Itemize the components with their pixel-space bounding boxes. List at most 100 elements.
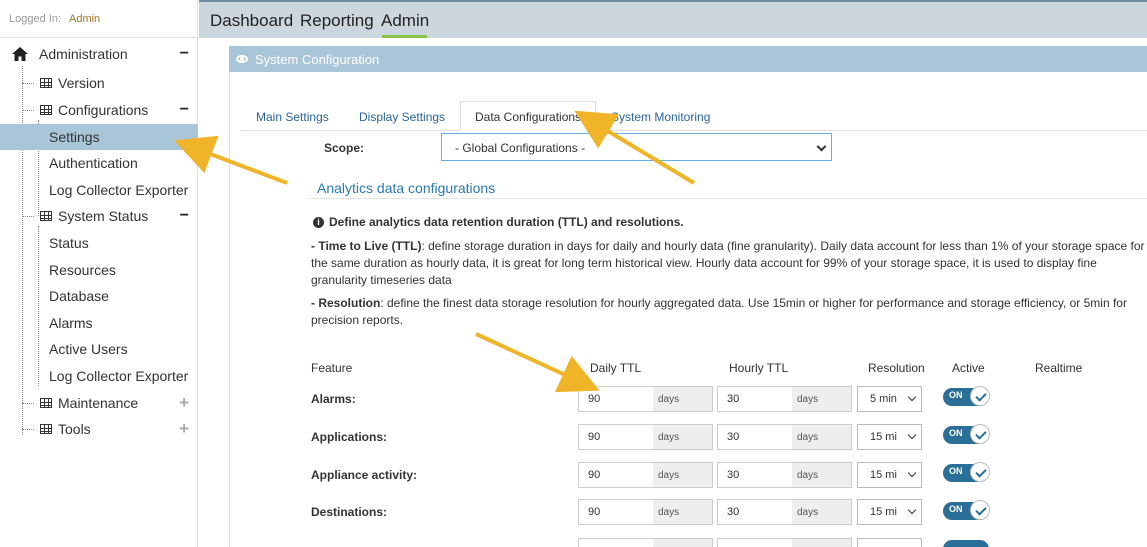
sidebar-item-active-users[interactable]: Active Users: [0, 336, 198, 362]
resolution-value: 15 mi: [870, 431, 897, 443]
sidebar-item-label: Database: [49, 288, 109, 304]
ttl-text: : define storage duration in days for da…: [311, 239, 1145, 287]
active-toggle[interactable]: ON: [943, 386, 990, 406]
resolution-select-partial[interactable]: [857, 538, 922, 547]
sidebar-item-log-collector-exporter[interactable]: Log Collector Exporter: [0, 177, 198, 203]
sidebar-item-settings[interactable]: Settings: [0, 124, 198, 150]
check-icon: [970, 462, 990, 482]
section-divider: [309, 198, 1147, 199]
home-icon: [12, 47, 28, 61]
days-addon-partial: [653, 538, 713, 547]
resolution-select[interactable]: 15 mi: [857, 499, 922, 525]
sidebar-item-label: Alarms: [49, 315, 93, 331]
sidebar-item-system-status[interactable]: System Status −: [0, 203, 198, 229]
grid-icon: [40, 105, 52, 115]
collapse-icon[interactable]: −: [180, 101, 189, 119]
active-toggle[interactable]: ON: [943, 462, 990, 482]
sidebar-item-label: Active Users: [49, 341, 128, 357]
nav-dashboard[interactable]: Dashboard: [210, 11, 293, 31]
chevron-down-icon: [907, 392, 917, 402]
daily-ttl-input[interactable]: 90: [578, 424, 654, 450]
row-feature-alarms: Alarms:: [311, 392, 356, 406]
sidebar-item-version[interactable]: Version: [0, 70, 198, 96]
eye-icon: [236, 55, 248, 63]
ttl-description: - Time to Live (TTL): define storage dur…: [311, 238, 1147, 289]
resolution-text: : define the finest data storage resolut…: [311, 296, 1127, 327]
sidebar-item-label: Status: [49, 235, 89, 251]
expand-icon[interactable]: +: [179, 393, 189, 413]
sidebar-item-database[interactable]: Database: [0, 283, 198, 309]
sidebar-item-alarms[interactable]: Alarms: [0, 310, 198, 336]
logged-in-user[interactable]: Admin: [69, 13, 100, 25]
grid-icon: [40, 398, 52, 408]
row-feature-applications: Applications:: [311, 430, 388, 444]
sidebar-item-log-collector-exporter-status[interactable]: Log Collector Exporter: [0, 363, 198, 389]
sidebar-item-administration[interactable]: Administration −: [0, 41, 198, 67]
sidebar-item-configurations[interactable]: Configurations −: [0, 97, 198, 123]
sidebar: Logged In: Admin Administration − Version…: [0, 0, 198, 547]
expand-icon[interactable]: +: [179, 419, 189, 439]
check-icon: [970, 386, 990, 406]
days-addon: days: [653, 462, 713, 488]
sidebar-item-label: Version: [58, 75, 105, 91]
grid-icon: [40, 78, 52, 88]
hourly-ttl-input[interactable]: 30: [717, 386, 793, 412]
tabs-divider: [241, 130, 1147, 131]
tab-display-settings[interactable]: Display Settings: [359, 110, 445, 124]
info-heading: i Define analytics data retention durati…: [313, 215, 684, 229]
grid-icon: [40, 424, 52, 434]
scope-label: Scope:: [324, 141, 365, 155]
sidebar-item-label: Log Collector Exporter: [49, 182, 189, 198]
collapse-icon[interactable]: −: [180, 207, 189, 225]
days-addon: days: [653, 424, 713, 450]
resolution-select[interactable]: 15 mi: [857, 424, 922, 450]
hourly-ttl-input[interactable]: 30: [717, 499, 793, 525]
nav-admin[interactable]: Admin: [381, 11, 429, 31]
nav-reporting[interactable]: Reporting: [300, 11, 374, 31]
resolution-value: 15 mi: [870, 469, 897, 481]
logged-in-label: Logged In:: [9, 13, 61, 25]
active-toggle[interactable]: ON: [943, 424, 990, 444]
check-icon: [970, 424, 990, 444]
nav-active-indicator: [382, 35, 427, 38]
hourly-ttl-input-partial[interactable]: [717, 538, 793, 547]
days-addon: days: [792, 462, 852, 488]
sidebar-item-authentication[interactable]: Authentication: [0, 150, 198, 176]
logged-in-bar: Logged In: Admin: [0, 0, 197, 38]
sidebar-item-label: System Status: [58, 208, 149, 224]
sidebar-item-maintenance[interactable]: Maintenance +: [0, 390, 198, 416]
sidebar-item-label: Configurations: [58, 102, 149, 118]
daily-ttl-input[interactable]: 90: [578, 386, 654, 412]
panel-header: System Configuration: [229, 46, 1147, 72]
hourly-ttl-input[interactable]: 30: [717, 462, 793, 488]
resolution-select[interactable]: 15 mi: [857, 462, 922, 488]
sidebar-item-label: Authentication: [49, 155, 138, 171]
days-addon: days: [792, 499, 852, 525]
hourly-ttl-input[interactable]: 30: [717, 424, 793, 450]
daily-ttl-input[interactable]: 90: [578, 499, 654, 525]
resolution-term: - Resolution: [311, 296, 381, 310]
sidebar-item-status[interactable]: Status: [0, 230, 198, 256]
top-nav: Dashboard Reporting Admin: [199, 0, 1147, 38]
tab-data-configurations[interactable]: Data Configurations: [460, 101, 597, 131]
resolution-select[interactable]: 5 min: [857, 386, 922, 412]
info-icon: i: [313, 216, 324, 228]
header-realtime: Realtime: [1035, 361, 1083, 375]
daily-ttl-input[interactable]: 90: [578, 462, 654, 488]
header-hourly-ttl: Hourly TTL: [729, 361, 789, 375]
chevron-down-icon: [907, 468, 917, 478]
header-active: Active: [952, 361, 985, 375]
active-toggle-partial[interactable]: [943, 540, 989, 547]
sidebar-item-label: Tools: [58, 421, 91, 437]
sidebar-item-tools[interactable]: Tools +: [0, 416, 198, 442]
grid-icon: [40, 211, 52, 221]
active-toggle[interactable]: ON: [943, 500, 990, 520]
info-heading-text: Define analytics data retention duration…: [329, 215, 684, 229]
check-icon: [970, 500, 990, 520]
tab-system-monitoring[interactable]: System Monitoring: [611, 110, 710, 124]
sidebar-item-resources[interactable]: Resources: [0, 257, 198, 283]
tab-main-settings[interactable]: Main Settings: [256, 110, 329, 124]
collapse-icon[interactable]: −: [180, 45, 189, 63]
scope-select[interactable]: - Global Configurations -: [441, 133, 832, 161]
daily-ttl-input-partial[interactable]: [578, 538, 654, 547]
